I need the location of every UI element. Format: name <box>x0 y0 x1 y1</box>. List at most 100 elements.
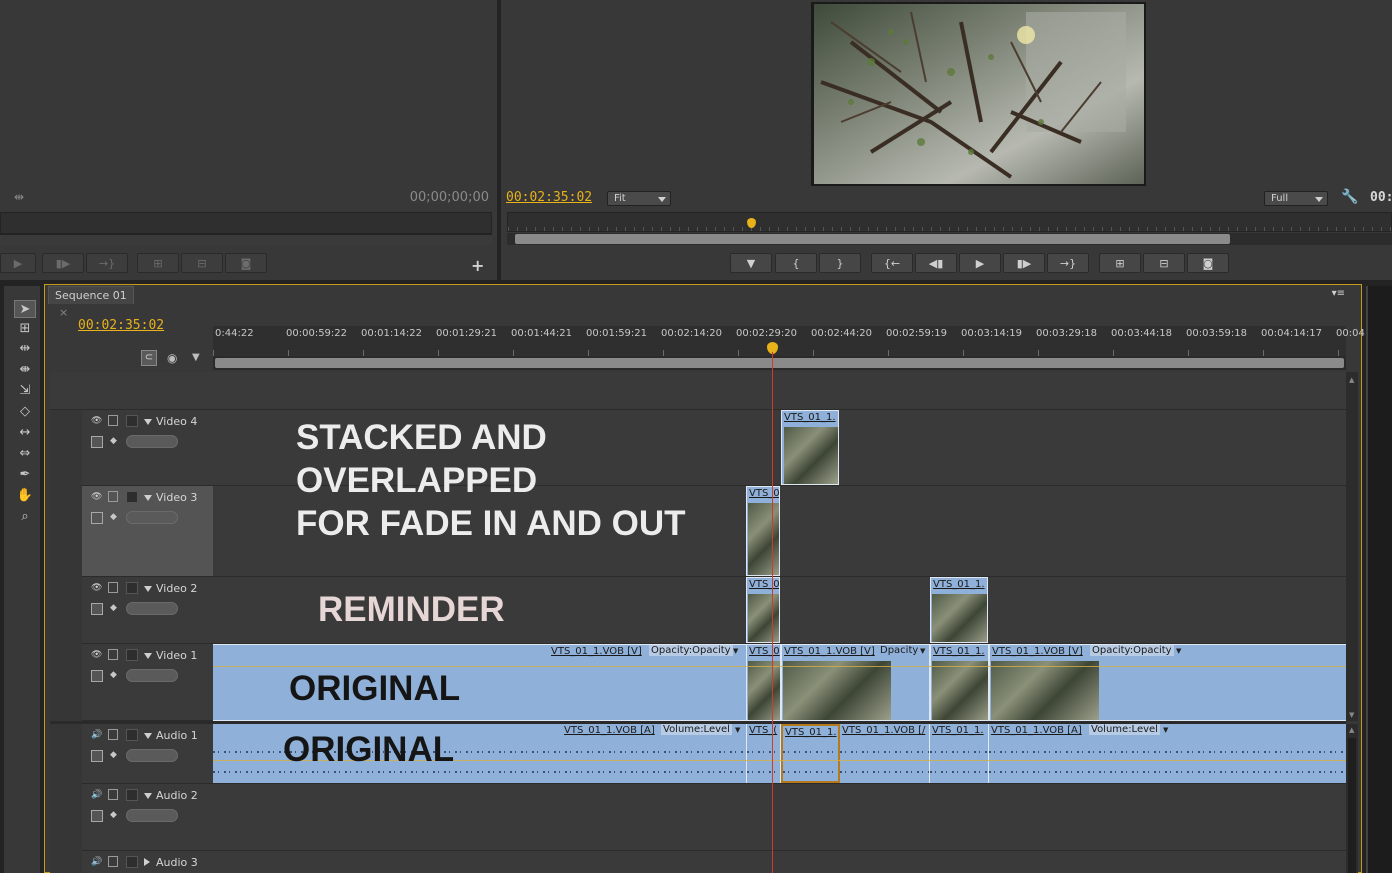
clip-video2-a[interactable]: VTS_0 <box>746 577 780 643</box>
keyframe-nav-slider[interactable] <box>126 669 178 682</box>
sync-icon[interactable] <box>108 789 118 800</box>
audio-tracks-scrollbar[interactable]: ▲ <box>1346 724 1358 873</box>
eye-icon[interactable]: 👁 <box>91 583 104 593</box>
program-zoom-scrollbar[interactable] <box>507 233 1392 245</box>
track-header-audio2[interactable]: 🔊 Audio 2 ◆ <box>82 784 213 851</box>
display-style-icon[interactable] <box>91 670 103 682</box>
expand-chevron-icon[interactable] <box>144 419 152 425</box>
rate-stretch-tool-icon[interactable]: ⇲ <box>14 382 36 400</box>
source-scrub-bar[interactable] <box>0 212 492 234</box>
panel-menu-icon[interactable]: ▾≡ <box>1332 288 1345 299</box>
lock-toggle[interactable] <box>126 582 138 594</box>
lock-toggle[interactable] <box>126 729 138 741</box>
chevron-down-icon[interactable]: ▼ <box>735 726 740 734</box>
eye-icon[interactable]: 👁 <box>91 492 104 502</box>
clip-audio1-f[interactable]: VTS_01_1.VOB [A] Volume:Level ▼ <box>989 724 1346 783</box>
keyframe-icon[interactable]: ◆ <box>110 810 117 820</box>
expand-chevron-right-icon[interactable] <box>144 858 150 866</box>
goto-in-button[interactable]: {← <box>871 253 913 273</box>
pen-tool-icon[interactable]: ✒ <box>14 466 36 484</box>
keyframe-icon[interactable]: ◆ <box>110 750 117 760</box>
scroll-up-icon[interactable]: ▲ <box>1349 376 1354 384</box>
display-style-icon[interactable] <box>91 512 103 524</box>
source-timecode[interactable]: 00;00;00;00 <box>410 190 489 205</box>
razor-tool-icon[interactable]: ◇ <box>14 403 36 421</box>
wrench-icon[interactable]: 🔧 <box>1341 189 1358 205</box>
source-in-out-icon[interactable]: ⇹ <box>14 190 24 204</box>
timeline-zoom-scrollbar-thumb[interactable] <box>215 358 1344 368</box>
close-icon[interactable]: × <box>59 306 68 319</box>
lift-button[interactable]: ⊞ <box>1099 253 1141 273</box>
chevron-down-icon[interactable]: ▼ <box>1163 726 1168 734</box>
hand-tool-icon[interactable]: ✋ <box>14 487 36 505</box>
source-goto-out-button[interactable]: →} <box>86 253 128 273</box>
sync-icon[interactable] <box>108 856 118 867</box>
clip-video1-e[interactable]: VTS_01_1.VOB [V] Opacity:Opacity ▼ <box>989 644 1346 721</box>
waveform-display-icon[interactable] <box>91 810 103 822</box>
clip-audio1-e[interactable]: VTS_01_1. <box>930 724 989 783</box>
program-zoom-select[interactable]: Fit <box>607 191 671 206</box>
sequence-tab[interactable]: Sequence 01 × <box>48 286 134 319</box>
keyframe-nav-slider[interactable] <box>126 809 178 822</box>
display-style-icon[interactable] <box>91 436 103 448</box>
keyframe-nav-slider[interactable] <box>126 749 178 762</box>
step-forward-button[interactable]: ▮▶ <box>1003 253 1045 273</box>
lock-toggle[interactable] <box>126 856 138 868</box>
lock-toggle[interactable] <box>126 491 138 503</box>
clip-effect-select[interactable]: Opacity:Opacity <box>649 645 733 656</box>
lock-toggle[interactable] <box>126 415 138 427</box>
linked-selection-icon[interactable]: ◉ <box>167 351 177 365</box>
clip-video4-a[interactable]: VTS_01_1. <box>781 410 839 485</box>
track-header-audio1[interactable]: 🔊 Audio 1 ◆ <box>82 724 213 784</box>
track-header-video2[interactable]: 👁 Video 2 ◆ <box>82 577 213 644</box>
keyframe-nav-slider[interactable] <box>126 602 178 615</box>
video-tracks-scrollbar[interactable]: ▲ ▼ <box>1346 372 1358 721</box>
eye-icon[interactable]: 👁 <box>91 650 104 660</box>
sync-icon[interactable] <box>108 729 118 740</box>
track-header-video4[interactable]: 👁 Video 4 ◆ <box>82 410 213 486</box>
source-add-button[interactable]: + <box>471 256 484 275</box>
keyframe-nav-slider[interactable] <box>126 511 178 524</box>
goto-out-button[interactable]: →} <box>1047 253 1089 273</box>
step-back-button[interactable]: ◀▮ <box>915 253 957 273</box>
lock-toggle[interactable] <box>126 649 138 661</box>
clip-audio1-d[interactable]: VTS_01_1.VOB [/ <box>840 724 930 783</box>
add-marker-button[interactable]: ▼ <box>730 253 772 273</box>
keyframe-icon[interactable]: ◆ <box>110 512 117 522</box>
add-marker-icon[interactable]: ▼ <box>192 352 200 363</box>
film-icon[interactable] <box>108 649 118 660</box>
timeline-timecode[interactable]: 00:02:35:02 <box>78 318 164 333</box>
clip-video3-a[interactable]: VTS_0 <box>746 486 780 576</box>
slip-tool-icon[interactable]: ↔ <box>14 424 36 442</box>
source-export-frame-button[interactable]: ◙ <box>225 253 267 273</box>
track-header-video3[interactable]: 👁 Video 3 ◆ <box>82 486 213 577</box>
clip-effect-select[interactable]: Volume:Level <box>661 724 732 735</box>
film-icon[interactable] <box>108 491 118 502</box>
zoom-tool-icon[interactable]: ⌕ <box>14 508 36 526</box>
mark-out-button[interactable]: } <box>819 253 861 273</box>
source-overwrite-button[interactable]: ⊟ <box>181 253 223 273</box>
clip-audio1-b[interactable]: VTS_( <box>747 724 781 783</box>
clip-effect-select[interactable]: Dpacity <box>880 645 918 656</box>
expand-chevron-icon[interactable] <box>144 653 152 659</box>
rolling-edit-tool-icon[interactable]: ⇼ <box>14 361 36 379</box>
expand-chevron-icon[interactable] <box>144 586 152 592</box>
display-style-icon[interactable] <box>91 603 103 615</box>
chevron-down-icon[interactable]: ▼ <box>1176 647 1181 655</box>
audio-scroll-thumb[interactable] <box>1348 738 1356 873</box>
keyframe-icon[interactable]: ◆ <box>110 603 117 613</box>
expand-chevron-icon[interactable] <box>144 495 152 501</box>
film-icon[interactable] <box>108 415 118 426</box>
extract-button[interactable]: ⊟ <box>1143 253 1185 273</box>
expand-chevron-icon[interactable] <box>144 793 152 799</box>
clip-audio1-c[interactable]: VTS_01_1. <box>781 724 840 783</box>
eye-icon[interactable]: 👁 <box>91 416 104 426</box>
export-frame-button[interactable]: ◙ <box>1187 253 1229 273</box>
keyframe-icon[interactable]: ◆ <box>110 436 117 446</box>
expand-chevron-icon[interactable] <box>144 733 152 739</box>
clip-video1-d[interactable]: VTS_01_1. <box>930 644 989 721</box>
program-scrub-bar[interactable] <box>507 212 1392 232</box>
program-quality-select[interactable]: Full <box>1264 191 1328 206</box>
speaker-icon[interactable]: 🔊 <box>91 857 104 867</box>
audio-scroll-up-icon[interactable]: ▲ <box>1349 726 1354 734</box>
